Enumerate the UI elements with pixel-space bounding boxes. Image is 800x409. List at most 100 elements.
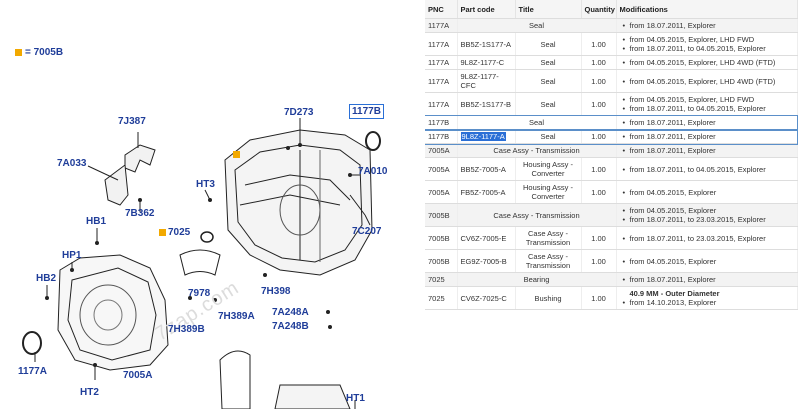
callout-HT2[interactable]: HT2 xyxy=(80,387,99,398)
callout-1177A[interactable]: 1177A xyxy=(18,366,47,377)
table-row[interactable]: 7005A FB5Z-7005-A Housing Assy - Converter… xyxy=(425,180,798,204)
orange-square-icon xyxy=(15,48,22,56)
parts-table: PNC Part code Title Quantity Modifications 1… xyxy=(425,0,798,310)
part-code-link[interactable]: CV6Z-7025-C xyxy=(461,294,507,303)
part-code-link[interactable]: BB5Z-7005-A xyxy=(461,165,506,174)
modifications-cell: from 18.07.2011, Explorer xyxy=(616,115,798,130)
quantity-cell: 1.00 xyxy=(581,157,617,181)
pnc-cell: 7005A xyxy=(425,180,458,204)
part-code-cell: EG9Z-7005-B xyxy=(457,249,516,273)
callout-HT1[interactable]: HT1 xyxy=(346,393,365,404)
title-cell: Bearing xyxy=(457,272,617,287)
table-row[interactable]: 1177A9L8Z-1177-CFC Seal1.00 from 04.05.201… xyxy=(425,69,798,93)
callout-HT3[interactable]: HT3 xyxy=(196,179,215,190)
parts-table-panel: PNC Part code Title Quantity Modifications 1… xyxy=(425,0,800,409)
callout-1177B[interactable]: 1177B xyxy=(349,104,384,119)
orange-square-icon xyxy=(233,151,240,158)
exploded-view-drawing xyxy=(22,118,381,409)
part-code-cell: 9L8Z-1177-C xyxy=(457,55,516,70)
part-code-cell: FB5Z-7005-A xyxy=(457,180,516,204)
table-row[interactable]: 1177ABB5Z-1S177-ASeal1.00from 04.05.2015… xyxy=(425,32,798,56)
part-code-link[interactable]: 9L8Z-1177-CFC xyxy=(461,72,499,90)
part-code-link[interactable]: BB5Z-1S177-B xyxy=(461,100,511,109)
part-code-link[interactable]: EG9Z-7005-B xyxy=(461,257,507,266)
title-cell: Bushing xyxy=(515,286,582,310)
callout-7A248A[interactable]: 7A248A xyxy=(272,307,309,318)
part-code-link[interactable]: 9L8Z-1177-C xyxy=(461,58,505,67)
modification-item: from 18.07.2011, Explorer xyxy=(623,146,794,155)
modification-item: from 18.07.2011, to 04.05.2015, Explorer xyxy=(623,165,794,174)
callout-7C207[interactable]: 7C207 xyxy=(352,226,381,237)
pnc-cell: 7005B xyxy=(425,226,458,250)
column-header: Title xyxy=(515,0,582,19)
modification-item: from 18.07.2011, Explorer xyxy=(623,275,794,284)
callout-7J387[interactable]: 7J387 xyxy=(118,116,146,127)
title-cell: Seal xyxy=(515,32,582,56)
callout-7D273[interactable]: 7D273 xyxy=(284,107,313,118)
modification-note: 40.9 MM - Outer Diameter xyxy=(629,289,720,298)
table-group-row[interactable]: 7005ACase Assy - Transmission from 18.07.… xyxy=(425,143,798,158)
callout-HP1[interactable]: HP1 xyxy=(62,250,81,261)
table-header-row: PNC Part code Title Quantity Modifications xyxy=(425,0,798,19)
parts-diagram: 7zap.com = 7005B 7J387 7D273 1177B 7A033… xyxy=(0,0,420,409)
table-row[interactable]: 7025 CV6Z-7025-C Bushing 1.00 40.9 MM - Oute… xyxy=(425,286,798,310)
part-code-link[interactable]: FB5Z-7005-A xyxy=(461,188,506,197)
modifications-cell: from 04.05.2015, Explorer xyxy=(616,249,798,273)
column-header: PNC xyxy=(425,0,458,19)
modifications-cell: from 04.05.2015, Explorer, LHD 4WD (FTD) xyxy=(616,55,798,70)
callout-7A010[interactable]: 7A010 xyxy=(358,166,387,177)
modification-item: from 04.05.2015, Explorer, LHD 4WD (FTD) xyxy=(623,58,794,67)
legend-text: = 7005B xyxy=(25,47,64,58)
modifications-cell: 40.9 MM - Outer Diameterfrom 14.10.2013,… xyxy=(616,286,798,310)
callout-7025[interactable]: 7025 xyxy=(168,227,190,238)
modifications-cell: from 04.05.2015, Explorer, LHD FWDfrom 1… xyxy=(616,92,798,116)
pnc-cell: 7025 xyxy=(425,272,458,287)
column-header: Quantity xyxy=(581,0,617,19)
table-group-row[interactable]: 7025Bearing from 18.07.2011, Explorer xyxy=(425,272,798,287)
pnc-cell: 7005B xyxy=(425,203,458,227)
part-code-link[interactable]: 9L8Z-1177-A xyxy=(460,132,506,141)
table-body: 1177ASealfrom 18.07.2011, Explorer1177AB… xyxy=(425,18,798,310)
callout-7H389A[interactable]: 7H389A xyxy=(218,311,255,322)
callout-7978[interactable]: 7978 xyxy=(188,288,210,299)
table-row[interactable]: 1177ABB5Z-1S177-BSeal1.00from 04.05.2015… xyxy=(425,92,798,116)
table-group-row[interactable]: 7005BCase Assy - Transmission from 04.05.… xyxy=(425,203,798,227)
table-group-row[interactable]: 1177BSeal from 18.07.2011, Explorer xyxy=(425,114,798,131)
table-row[interactable]: 1177A9L8Z-1177-C Seal1.00 from 04.05.2015,… xyxy=(425,55,798,70)
modification-item: from 04.05.2015, Explorer xyxy=(623,206,794,215)
callout-7H398[interactable]: 7H398 xyxy=(261,286,290,297)
part-code-link[interactable]: CV6Z-7005-E xyxy=(461,234,507,243)
modifications-cell: from 18.07.2011, Explorer xyxy=(616,143,798,158)
pnc-cell: 1177A xyxy=(425,92,458,116)
table-row[interactable]: 7005B CV6Z-7005-E Case Assy - Transmission… xyxy=(425,226,798,250)
table-row[interactable]: 7005B EG9Z-7005-B Case Assy - Transmission… xyxy=(425,249,798,273)
title-cell: Housing Assy - Converter xyxy=(515,157,582,181)
modifications-cell: from 18.07.2011, to 23.03.2015, Explorer xyxy=(616,226,798,250)
callout-HB1[interactable]: HB1 xyxy=(86,216,106,227)
callout-7B362[interactable]: 7B362 xyxy=(125,208,154,219)
title-cell: Case Assy - Transmission xyxy=(457,143,617,158)
part-code-cell: 9L8Z-1177-A xyxy=(457,129,516,144)
modification-item: from 04.05.2015, Explorer xyxy=(623,188,794,197)
modifications-cell: from 18.07.2011, to 04.05.2015, Explorer xyxy=(616,157,798,181)
table-row[interactable]: 7005A BB5Z-7005-A Housing Assy - Converter… xyxy=(425,157,798,181)
modification-item: from 18.07.2011, to 23.03.2015, Explorer xyxy=(623,234,794,243)
modification-item: from 18.07.2011, to 04.05.2015, Explorer xyxy=(623,104,794,113)
quantity-cell: 1.00 xyxy=(581,286,617,310)
part-code-link[interactable]: BB5Z-1S177-A xyxy=(461,40,511,49)
modification-item: from 04.05.2015, Explorer, LHD FWD xyxy=(623,35,794,44)
part-code-cell: 9L8Z-1177-CFC xyxy=(457,69,516,93)
title-cell: Case Assy - Transmission xyxy=(457,203,617,227)
callout-7A033[interactable]: 7A033 xyxy=(57,158,86,169)
pnc-cell: 7005A xyxy=(425,143,458,158)
pnc-cell: 1177A xyxy=(425,32,458,56)
callout-HB2[interactable]: HB2 xyxy=(36,273,56,284)
table-row[interactable]: 1177B9L8Z-1177-A Seal1.00 from 18.07.2011,… xyxy=(425,128,798,145)
callout-7H389B[interactable]: 7H389B xyxy=(168,324,205,335)
orange-square-icon xyxy=(159,229,166,236)
table-group-row[interactable]: 1177ASeal from 18.07.2011, Explorer xyxy=(425,18,798,33)
callout-7A248B[interactable]: 7A248B xyxy=(272,321,309,332)
part-code-cell: BB5Z-1S177-B xyxy=(457,92,516,116)
title-cell: Seal xyxy=(515,92,582,116)
callout-7005A[interactable]: 7005A xyxy=(123,370,152,381)
